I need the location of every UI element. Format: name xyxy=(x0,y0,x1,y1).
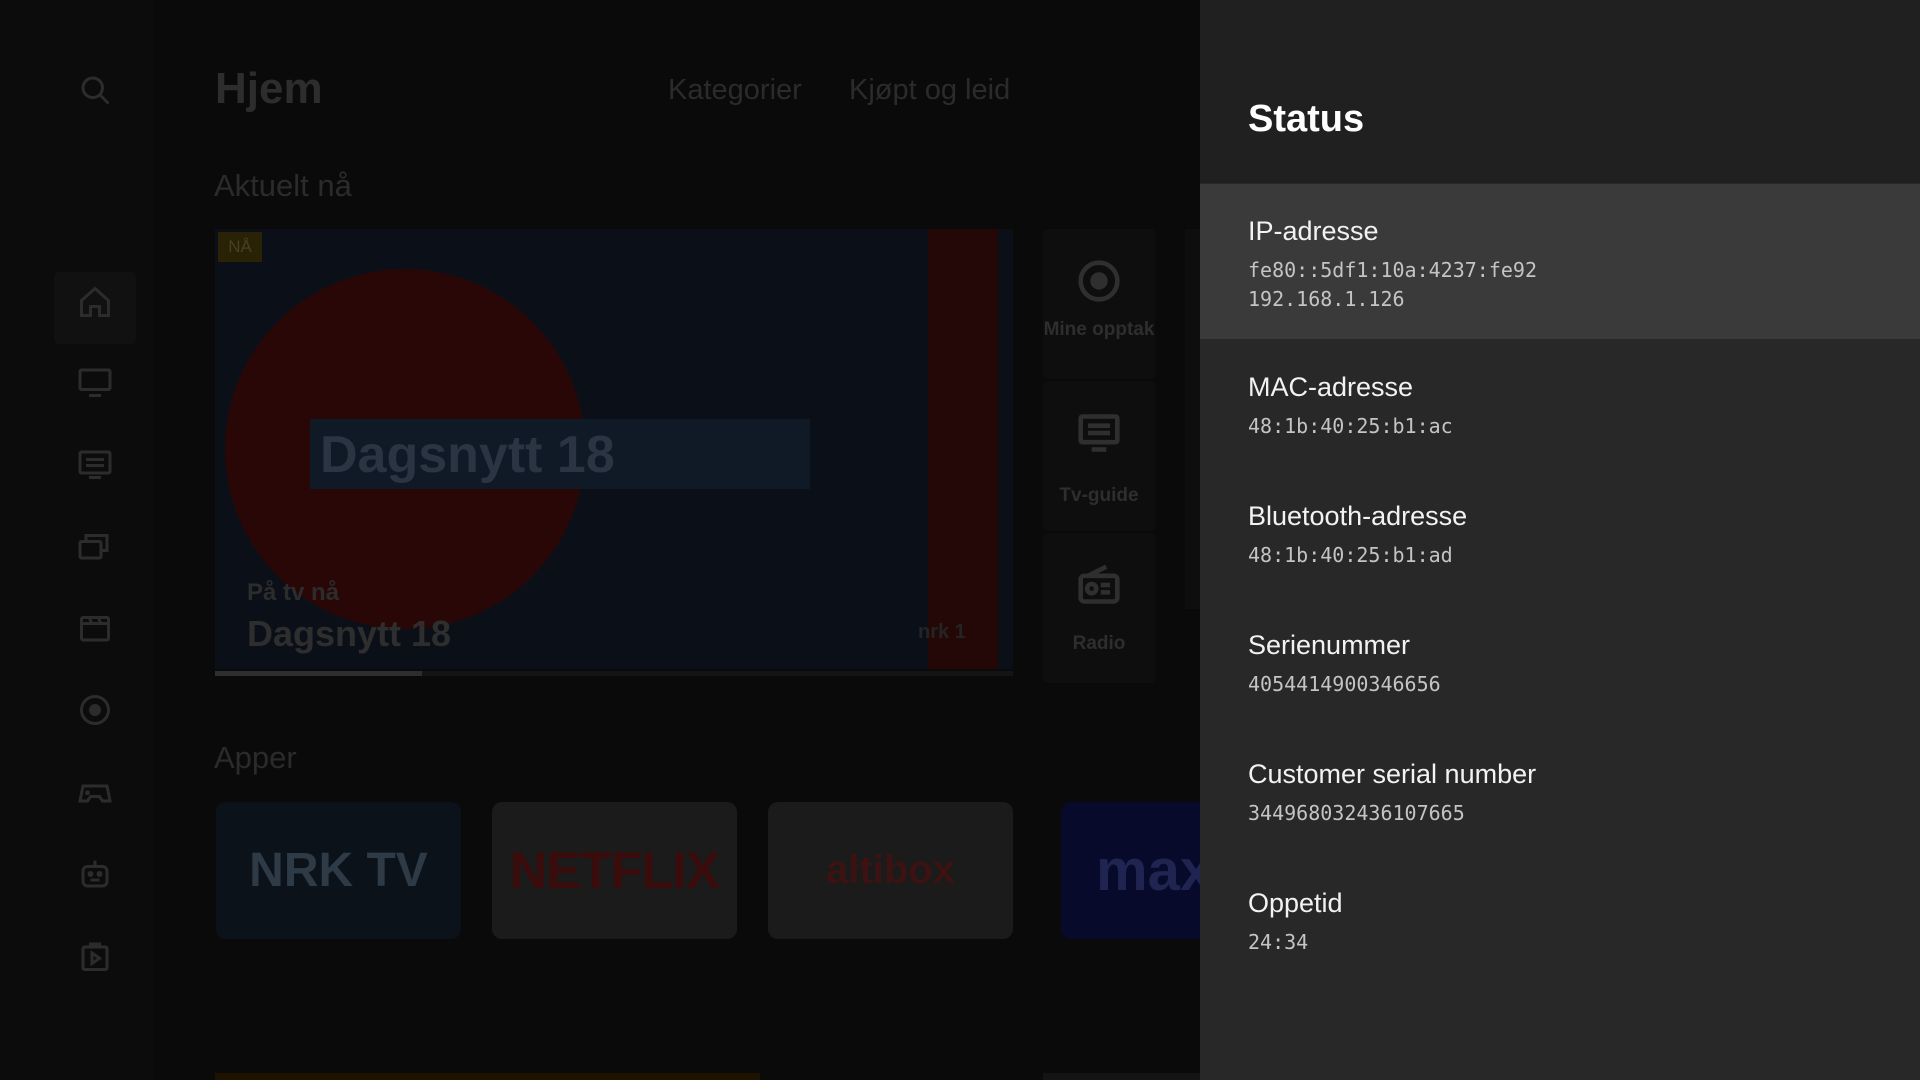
status-value: 4054414900346656 xyxy=(1248,672,1441,696)
app-tile-altibox[interactable]: altibox xyxy=(768,802,1013,939)
status-row-uptime[interactable]: Oppetid 24:34 xyxy=(1200,855,1920,983)
hero-artwork-strip xyxy=(928,229,998,669)
status-value: 48:1b:40:25:b1:ac xyxy=(1248,414,1453,438)
quick-tile-radio[interactable]: Radio xyxy=(1043,533,1155,683)
radio-icon xyxy=(1078,564,1120,604)
partial-tile xyxy=(1185,229,1200,609)
status-row-ip-address[interactable]: IP-adresse fe80::5df1:10a:4237:fe92 192.… xyxy=(1200,184,1920,339)
status-value: 192.168.1.126 xyxy=(1248,287,1405,311)
app-tile-nrk-tv[interactable]: NRK TV xyxy=(216,802,461,939)
status-row-serial-number[interactable]: Serienummer 4054414900346656 xyxy=(1200,597,1920,725)
quick-tile-label: Radio xyxy=(1072,633,1126,654)
status-label: IP-adresse xyxy=(1248,216,1379,246)
next-row-tile xyxy=(1043,1073,1200,1080)
live-badge: NÅ xyxy=(218,232,262,262)
status-label: Customer serial number xyxy=(1248,759,1537,789)
section-heading-now: Aktuelt nå xyxy=(214,168,352,203)
hero-progress-fill xyxy=(215,671,423,676)
quick-tile-label: Mine opptak xyxy=(1043,319,1155,340)
panel-title: Status xyxy=(1248,98,1365,140)
status-row-customer-serial-number[interactable]: Customer serial number 34496803243610766… xyxy=(1200,726,1920,854)
status-value: fe80::5df1:10a:4237:fe92 xyxy=(1248,258,1537,282)
status-row-mac-address[interactable]: MAC-adresse 48:1b:40:25:b1:ac xyxy=(1200,339,1920,467)
tab-kategorier[interactable]: Kategorier xyxy=(668,74,802,107)
quick-tile-tv-guide[interactable]: Tv-guide xyxy=(1043,381,1155,531)
status-panel-header: Status xyxy=(1200,0,1920,183)
status-value: 48:1b:40:25:b1:ad xyxy=(1248,543,1453,567)
games-icon[interactable] xyxy=(75,772,115,812)
play-store-icon[interactable] xyxy=(75,936,115,976)
status-label: Serienummer xyxy=(1248,630,1411,660)
home-screen-background: Hjem Kategorier Kjøpt og leid Aktuelt nå… xyxy=(0,0,1200,1080)
record-icon xyxy=(1078,260,1120,302)
kids-icon[interactable] xyxy=(75,854,115,894)
section-heading-apps: Apper xyxy=(214,740,297,775)
quick-tile-mine-opptak[interactable]: Mine opptak xyxy=(1043,229,1155,379)
channel-logo: nrk 1 xyxy=(918,621,966,643)
hero-progress-bar xyxy=(215,671,1013,676)
tv-icon[interactable] xyxy=(75,362,115,402)
next-row-tile xyxy=(215,1073,760,1080)
library-icon[interactable] xyxy=(75,526,115,566)
movies-icon[interactable] xyxy=(75,608,115,648)
app-tile-max[interactable]: max xyxy=(1061,802,1200,939)
home-icon[interactable] xyxy=(75,282,115,322)
tv-guide-icon xyxy=(1078,414,1120,452)
side-navigation-rail xyxy=(0,0,154,1080)
guide-icon[interactable] xyxy=(75,444,115,484)
hero-title: Dagsnytt 18 xyxy=(247,613,452,654)
status-label: Bluetooth-adresse xyxy=(1248,501,1468,531)
tab-kjopt-og-leid[interactable]: Kjøpt og leid xyxy=(849,74,1010,107)
search-icon[interactable] xyxy=(75,70,115,110)
recordings-icon[interactable] xyxy=(75,690,115,730)
status-value: 344968032436107665 xyxy=(1248,801,1465,825)
app-tile-netflix[interactable]: NETFLIX xyxy=(492,802,737,939)
page-title: Hjem xyxy=(215,64,323,113)
hero-artwork-text: Dagsnytt 18 xyxy=(320,426,615,484)
status-value: 24:34 xyxy=(1248,930,1309,954)
screen: Hjem Kategorier Kjøpt og leid Aktuelt nå… xyxy=(0,0,1920,1080)
hero-subtitle: På tv nå xyxy=(247,579,340,606)
quick-tile-label: Tv-guide xyxy=(1059,485,1139,506)
status-panel: Status IP-adresse fe80::5df1:10a:4237:fe… xyxy=(1200,0,1920,1080)
status-label: Oppetid xyxy=(1248,888,1343,918)
hero-card[interactable]: Dagsnytt 18 NÅ På tv nå Dagsnytt 18 nrk … xyxy=(215,229,1013,669)
status-label: MAC-adresse xyxy=(1248,372,1414,402)
status-row-bluetooth-address[interactable]: Bluetooth-adresse 48:1b:40:25:b1:ad xyxy=(1200,468,1920,596)
